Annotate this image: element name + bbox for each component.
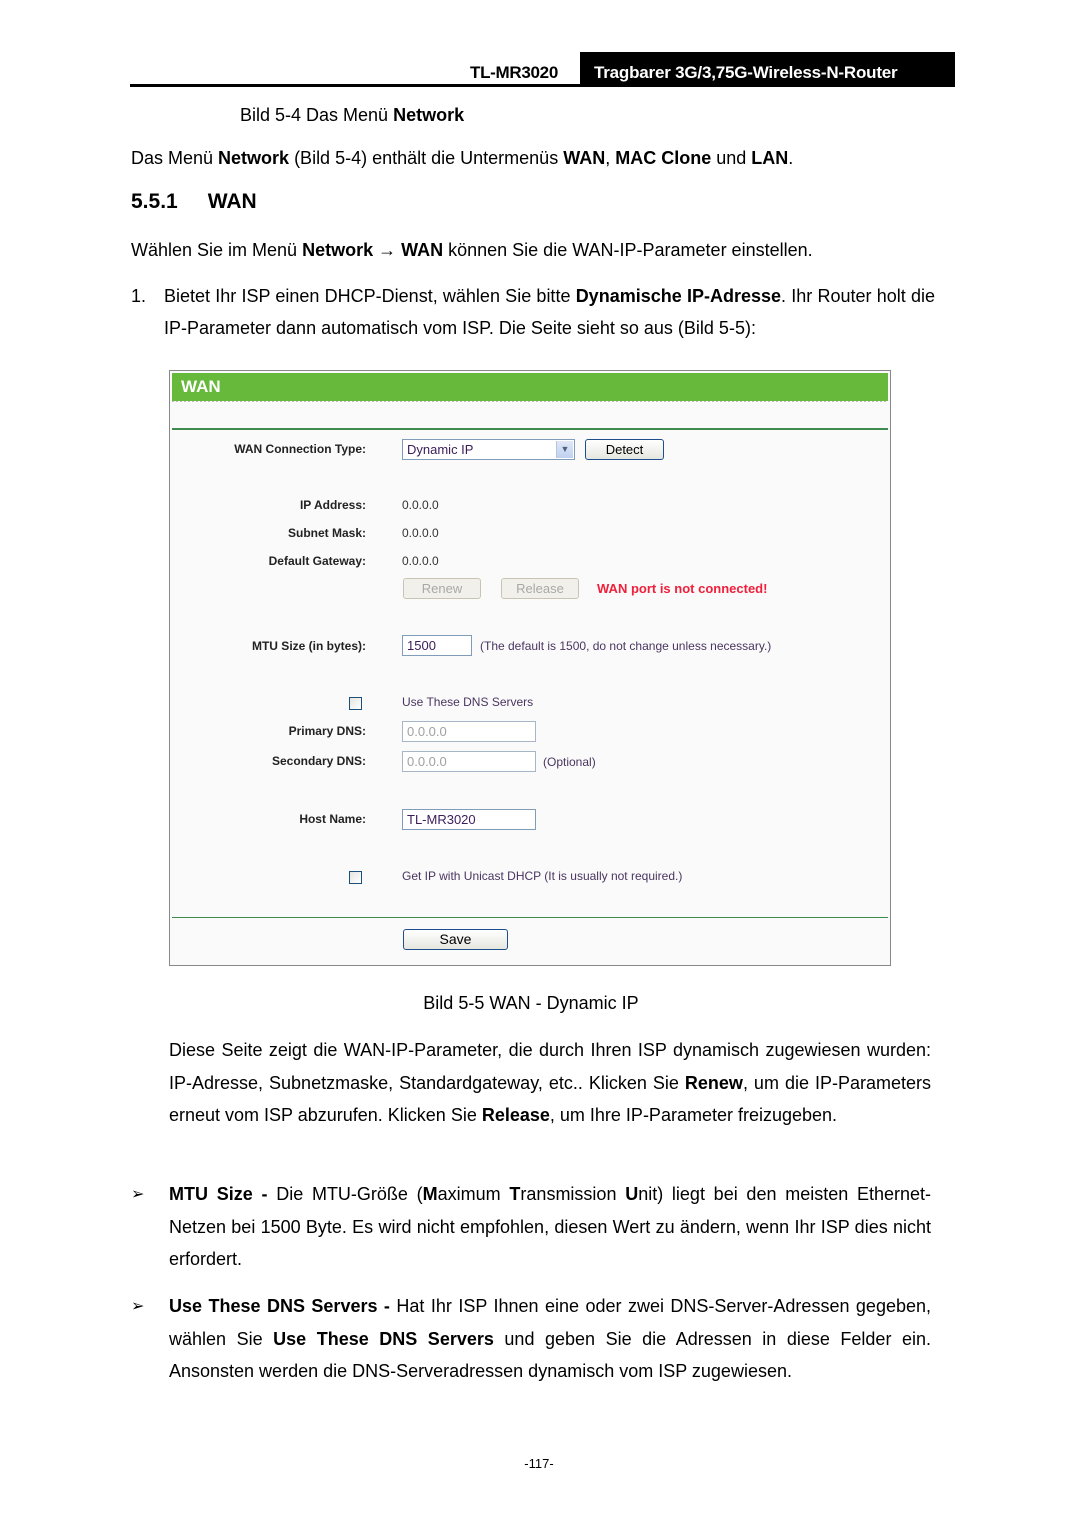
bullet-dns-servers: Use These DNS Servers - Hat Ihr ISP Ihne… [169,1296,932,1381]
ip-address-value: 0.0.0.0 [402,498,439,512]
optional-hint: (Optional) [543,755,596,769]
bottom-divider [172,917,888,918]
chevron-down-icon[interactable]: ▼ [556,441,573,458]
unicast-dhcp-checkbox[interactable] [349,871,362,884]
mtu-size-input[interactable] [402,635,472,656]
wan-status-error: WAN port is not connected! [597,581,768,596]
bullet-mtu-size: MTU Size - Die MTU-Größe (Maximum Transm… [169,1184,931,1269]
primary-dns-input[interactable] [402,721,536,742]
use-dns-checkbox[interactable] [349,697,362,710]
figure-caption-5-5: Bild 5-5 WAN - Dynamic IP [423,993,639,1013]
unicast-dhcp-label: Get IP with Unicast DHCP (It is usually … [402,869,683,883]
intro-paragraph: Das Menü Network (Bild 5-4) enthält die … [131,148,794,168]
panel-title: WAN [172,373,888,401]
header-model: TL-MR3020 [470,63,558,82]
default-gateway-value: 0.0.0.0 [402,554,439,568]
header-rule [130,84,955,87]
host-name-label: Host Name: [299,812,366,826]
connection-type-label: WAN Connection Type: [234,442,366,456]
page-number: -117- [524,1456,554,1471]
step-1-paragraph: Bietet Ihr ISP einen DHCP-Dienst, wählen… [164,286,935,338]
bullet-arrow-icon: ➢ [131,1186,145,1203]
section-heading: 5.5.1 WAN [131,190,257,214]
subnet-mask-label: Subnet Mask: [287,526,366,540]
default-gateway-label: Default Gateway: [268,554,366,568]
bullet-arrow-icon: ➢ [131,1298,145,1315]
save-button[interactable]: Save [403,929,508,950]
secondary-dns-input[interactable] [402,751,536,772]
panel-header-separator [172,401,888,402]
detect-button[interactable]: Detect [585,439,664,460]
step-number: 1. [131,286,147,306]
figure-caption-5-4: Bild 5-4 Das Menü Network [240,105,465,125]
renew-button[interactable]: Renew [403,578,481,599]
release-button[interactable]: Release [501,578,579,599]
primary-dns-label: Primary DNS: [288,724,366,738]
mtu-size-label: MTU Size (in bytes): [251,639,366,653]
secondary-dns-label: Secondary DNS: [271,754,366,768]
connection-type-select[interactable]: Dynamic IP ▼ [402,439,575,460]
use-dns-label: Use These DNS Servers [402,695,534,709]
top-divider [172,428,888,430]
header-title: Tragbarer 3G/3,75G-Wireless-N-Router [580,52,955,87]
mtu-hint: (The default is 1500, do not change unle… [480,639,772,653]
ip-address-label: IP Address: [299,498,366,512]
description-paragraph: Diese Seite zeigt die WAN-IP-Parameter, … [169,1040,931,1125]
wan-settings-panel: WAN WAN Connection Type: Dynamic IP ▼ De… [169,370,891,966]
menu-path-paragraph: Wählen Sie im Menü Network → WAN können … [131,240,813,260]
section-number: 5.5.1 [131,190,178,213]
host-name-input[interactable] [402,809,536,830]
subnet-mask-value: 0.0.0.0 [402,526,439,540]
section-title: WAN [207,190,257,213]
